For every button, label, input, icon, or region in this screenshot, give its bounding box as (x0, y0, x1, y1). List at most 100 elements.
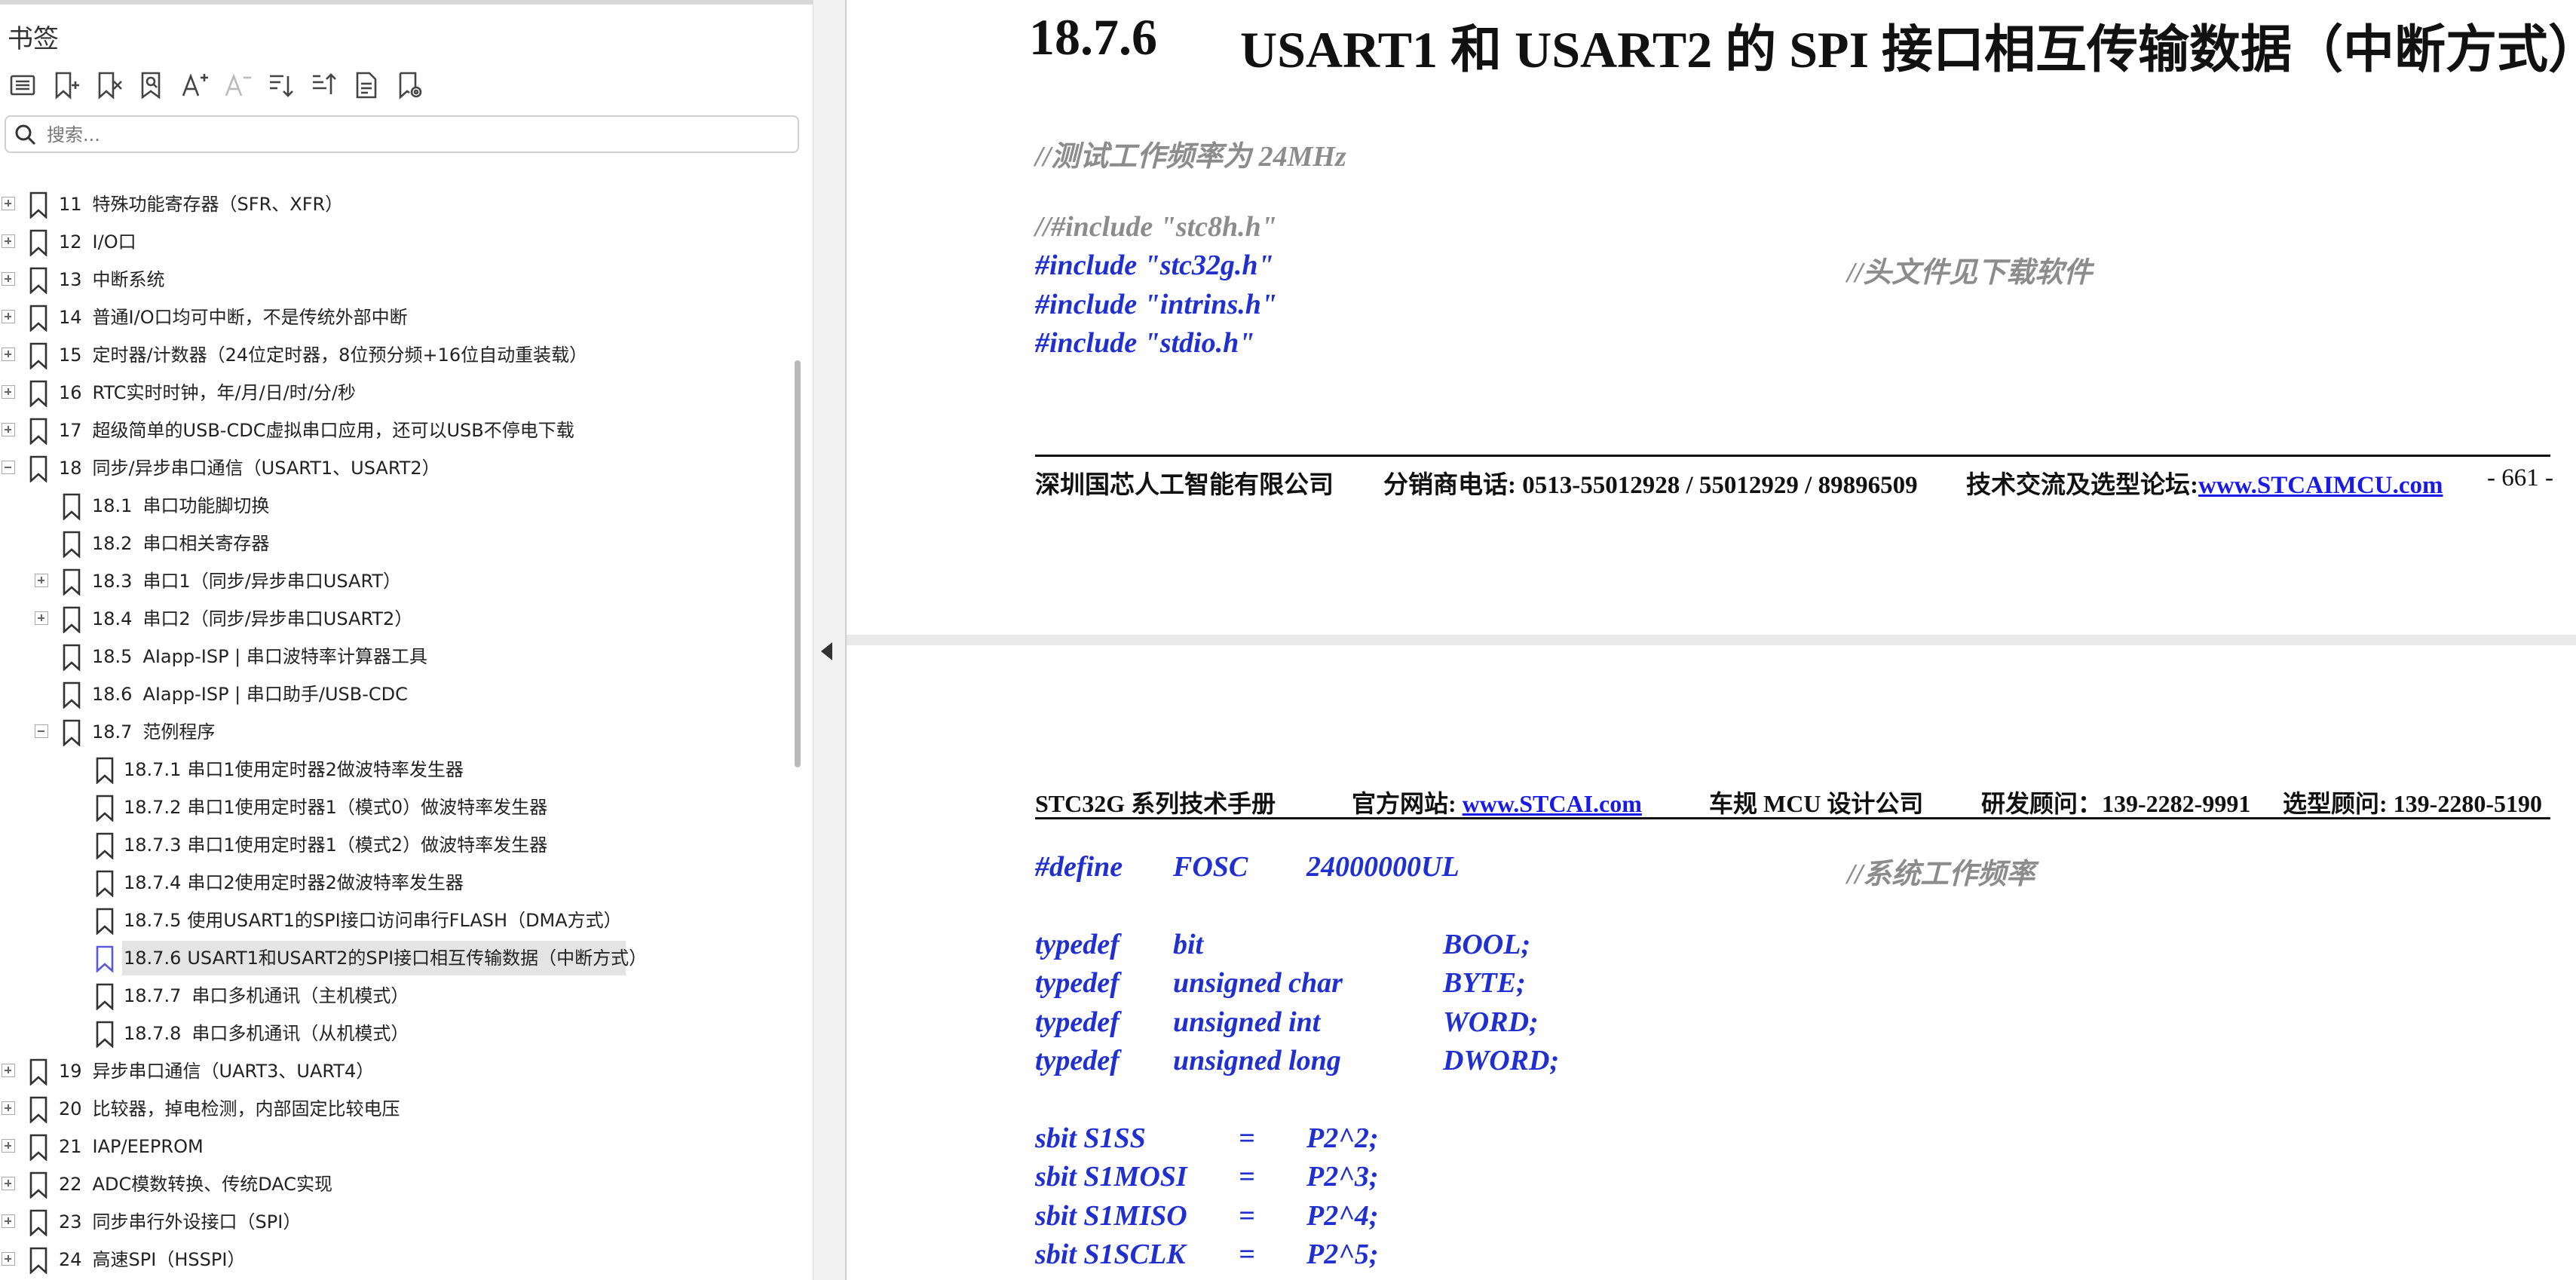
expand-icon[interactable] (2, 272, 15, 286)
bookmark-icon (62, 531, 81, 559)
expand-icon[interactable] (2, 1064, 15, 1077)
bookmark-number: 16 (59, 382, 82, 403)
bookmark-item[interactable]: 21 IAP/EEPROM (0, 1128, 799, 1165)
expand-icon[interactable] (35, 574, 48, 587)
bookmark-item[interactable]: 18.7.1 串口1使用定时器2做波特率发生器 (0, 751, 799, 789)
bookmark-item[interactable]: 18.7.2 串口1使用定时器1（模式0）做波特率发生器 (0, 789, 799, 826)
bookmark-item[interactable]: 12 I/O口 (0, 223, 799, 261)
bookmark-item[interactable]: 18.5 AIapp-ISP | 串口波特率计算器工具 (0, 638, 799, 675)
bookmark-item[interactable]: 18.4 串口2（同步/异步串口USART2） (0, 600, 799, 638)
header-site-link[interactable]: www.STCAI.com (1463, 790, 1642, 817)
bookmark-label: 串口相关寄存器 (142, 533, 270, 554)
collapse-icon[interactable] (35, 724, 48, 738)
code-alias: WORD; (1443, 1006, 1539, 1038)
bookmark-item[interactable]: 18 同步/异步串口通信（USART1、USART2） (0, 449, 799, 487)
collapse-panel-icon[interactable] (821, 642, 832, 660)
bookmark-item[interactable]: 18.3 串口1（同步/异步串口USART） (0, 562, 799, 600)
bookmark-item[interactable]: 18.2 串口相关寄存器 (0, 525, 799, 562)
search-input[interactable] (45, 121, 787, 149)
expand-icon[interactable] (2, 310, 15, 323)
bookmark-settings-icon[interactable] (391, 66, 427, 104)
panel-splitter[interactable] (813, 0, 847, 1280)
code-operator: = (1239, 1200, 1255, 1232)
bookmark-label: 范例程序 (142, 721, 216, 743)
bookmark-item[interactable]: 18.1 串口功能脚切换 (0, 487, 799, 525)
bookmark-icon (29, 1134, 48, 1162)
bookmark-item[interactable]: 13 中断系统 (0, 261, 799, 299)
delete-bookmark-icon[interactable] (90, 66, 127, 104)
code-sbit: sbit S1SCLK (1035, 1239, 1186, 1270)
code-value: P2^4; (1306, 1200, 1379, 1232)
bookmark-item[interactable]: 16 RTC实时时钟，年/月/日/时/分/秒 (0, 374, 799, 412)
bookmark-item[interactable]: 18.7 范例程序 (0, 713, 799, 751)
bookmark-text: 19 异步串口通信（UART3、UART4） (59, 1059, 374, 1083)
bookmark-item[interactable]: 18.6 AIapp-ISP | 串口助手/USB-CDC (0, 675, 799, 713)
bookmark-item[interactable]: 24 高速SPI（HSSPI） (0, 1241, 799, 1278)
bookmark-item[interactable]: 18.7.8 串口多机通讯（从机模式） (0, 1015, 799, 1052)
bookmark-item[interactable]: 15 定时器/计数器（24位定时器，8位预分频+16位自动重装载） (0, 336, 799, 374)
find-bookmark-icon[interactable] (133, 66, 170, 104)
bookmark-item[interactable]: 17 超级简单的USB-CDC虚拟串口应用，还可以USB不停电下载 (0, 412, 799, 449)
expand-icon[interactable] (2, 1214, 15, 1228)
expand-icon[interactable] (2, 423, 15, 436)
bookmark-number: 18.6 (92, 684, 133, 705)
bookmark-text: 22 ADC模数转换、传统DAC实现 (59, 1172, 332, 1196)
collapse-icon[interactable] (2, 461, 15, 474)
expand-icon[interactable] (2, 1252, 15, 1266)
scrollbar-thumb[interactable] (795, 360, 801, 767)
bookmark-text: 21 IAP/EEPROM (59, 1135, 204, 1159)
document-page-662: STC32G 系列技术手册 官方网站: www.STCAI.com 车规 MCU… (847, 645, 2576, 1280)
bookmark-text: 18.7.6 USART1和USART2的SPI接口相互传输数据（中断方式） (124, 946, 647, 970)
collapse-all-icon[interactable] (305, 66, 342, 104)
footer-forum-link[interactable]: www.STCAIMCU.com (2198, 472, 2443, 499)
expand-icon[interactable] (2, 1177, 15, 1190)
bookmark-label: 串口1使用定时器2做波特率发生器 (187, 759, 464, 780)
code-operator: = (1239, 1239, 1255, 1270)
bookmark-number: 18.7.4 (124, 872, 182, 893)
bookmark-item[interactable]: 11 特殊功能寄存器（SFR、XFR） (0, 185, 799, 223)
bookmark-label: 超级简单的USB-CDC虚拟串口应用，还可以USB不停电下载 (92, 420, 574, 441)
bookmark-number: 18.7.5 (124, 910, 182, 931)
bookmark-item[interactable]: 19 异步串口通信（UART3、UART4） (0, 1052, 799, 1090)
bookmark-icon (29, 380, 48, 408)
bookmark-number: 18.7.2 (124, 797, 182, 818)
bookmark-item[interactable]: 18.7.4 串口2使用定时器2做波特率发生器 (0, 864, 799, 902)
list-icon[interactable] (5, 66, 41, 104)
expand-icon[interactable] (2, 1101, 15, 1115)
bookmark-item[interactable]: 18.7.3 串口1使用定时器1（模式2）做波特率发生器 (0, 826, 799, 864)
bookmark-item[interactable]: 22 ADC模数转换、传统DAC实现 (0, 1165, 799, 1203)
bookmark-item[interactable]: 18.7.7 串口多机通讯（主机模式） (0, 977, 799, 1015)
expand-icon[interactable] (2, 385, 15, 399)
bookmark-text: 23 同步串行外设接口（SPI） (59, 1210, 301, 1234)
expand-icon[interactable] (2, 1139, 15, 1153)
expand-icon[interactable] (2, 348, 15, 361)
bookmark-text: 18.7.4 串口2使用定时器2做波特率发生器 (124, 871, 464, 895)
bookmark-label: 特殊功能寄存器（SFR、XFR） (92, 194, 344, 215)
bookmark-item[interactable]: 23 同步串行外设接口（SPI） (0, 1203, 799, 1241)
current-bookmark-icon[interactable] (348, 66, 384, 104)
header-manual: STC32G 系列技术手册 (1035, 790, 1276, 817)
document-page-661: 18.7.6 USART1 和 USART2 的 SPI 接口相互传输数据（中断… (847, 0, 2576, 635)
bookmark-number: 23 (59, 1211, 82, 1233)
expand-all-icon[interactable] (262, 66, 299, 104)
bookmark-item[interactable]: 20 比较器，掉电检测，内部固定比较电压 (0, 1090, 799, 1128)
footer-phone: 分销商电话: 0513-55012928 / 55012929 / 898965… (1383, 472, 1918, 499)
bookmark-number: 18.7.8 (124, 1023, 182, 1044)
add-bookmark-icon[interactable] (47, 66, 84, 104)
bookmark-text: 14 普通I/O口均可中断，不是传统外部中断 (59, 305, 408, 329)
bookmark-text: 18.7.5 使用USART1的SPI接口访问串行FLASH（DMA方式） (124, 908, 622, 932)
code-comment: //测试工作频率为 24MHz (1035, 141, 1346, 173)
bookmark-item[interactable]: 18.7.6 USART1和USART2的SPI接口相互传输数据（中断方式） (0, 939, 799, 977)
bookmark-label: I/O口 (92, 231, 136, 253)
code-sbit: sbit S1MISO (1035, 1200, 1187, 1232)
expand-icon[interactable] (2, 234, 15, 248)
bookmark-toolbar (5, 66, 434, 104)
bookmark-item[interactable]: 14 普通I/O口均可中断，不是传统外部中断 (0, 299, 799, 336)
font-increase-icon[interactable] (176, 66, 213, 104)
bookmark-text: 24 高速SPI（HSSPI） (59, 1248, 245, 1272)
font-decrease-icon[interactable] (219, 66, 256, 104)
bookmark-text: 11 特殊功能寄存器（SFR、XFR） (59, 192, 343, 216)
expand-icon[interactable] (2, 197, 15, 210)
bookmark-item[interactable]: 18.7.5 使用USART1的SPI接口访问串行FLASH（DMA方式） (0, 902, 799, 939)
expand-icon[interactable] (35, 611, 48, 625)
